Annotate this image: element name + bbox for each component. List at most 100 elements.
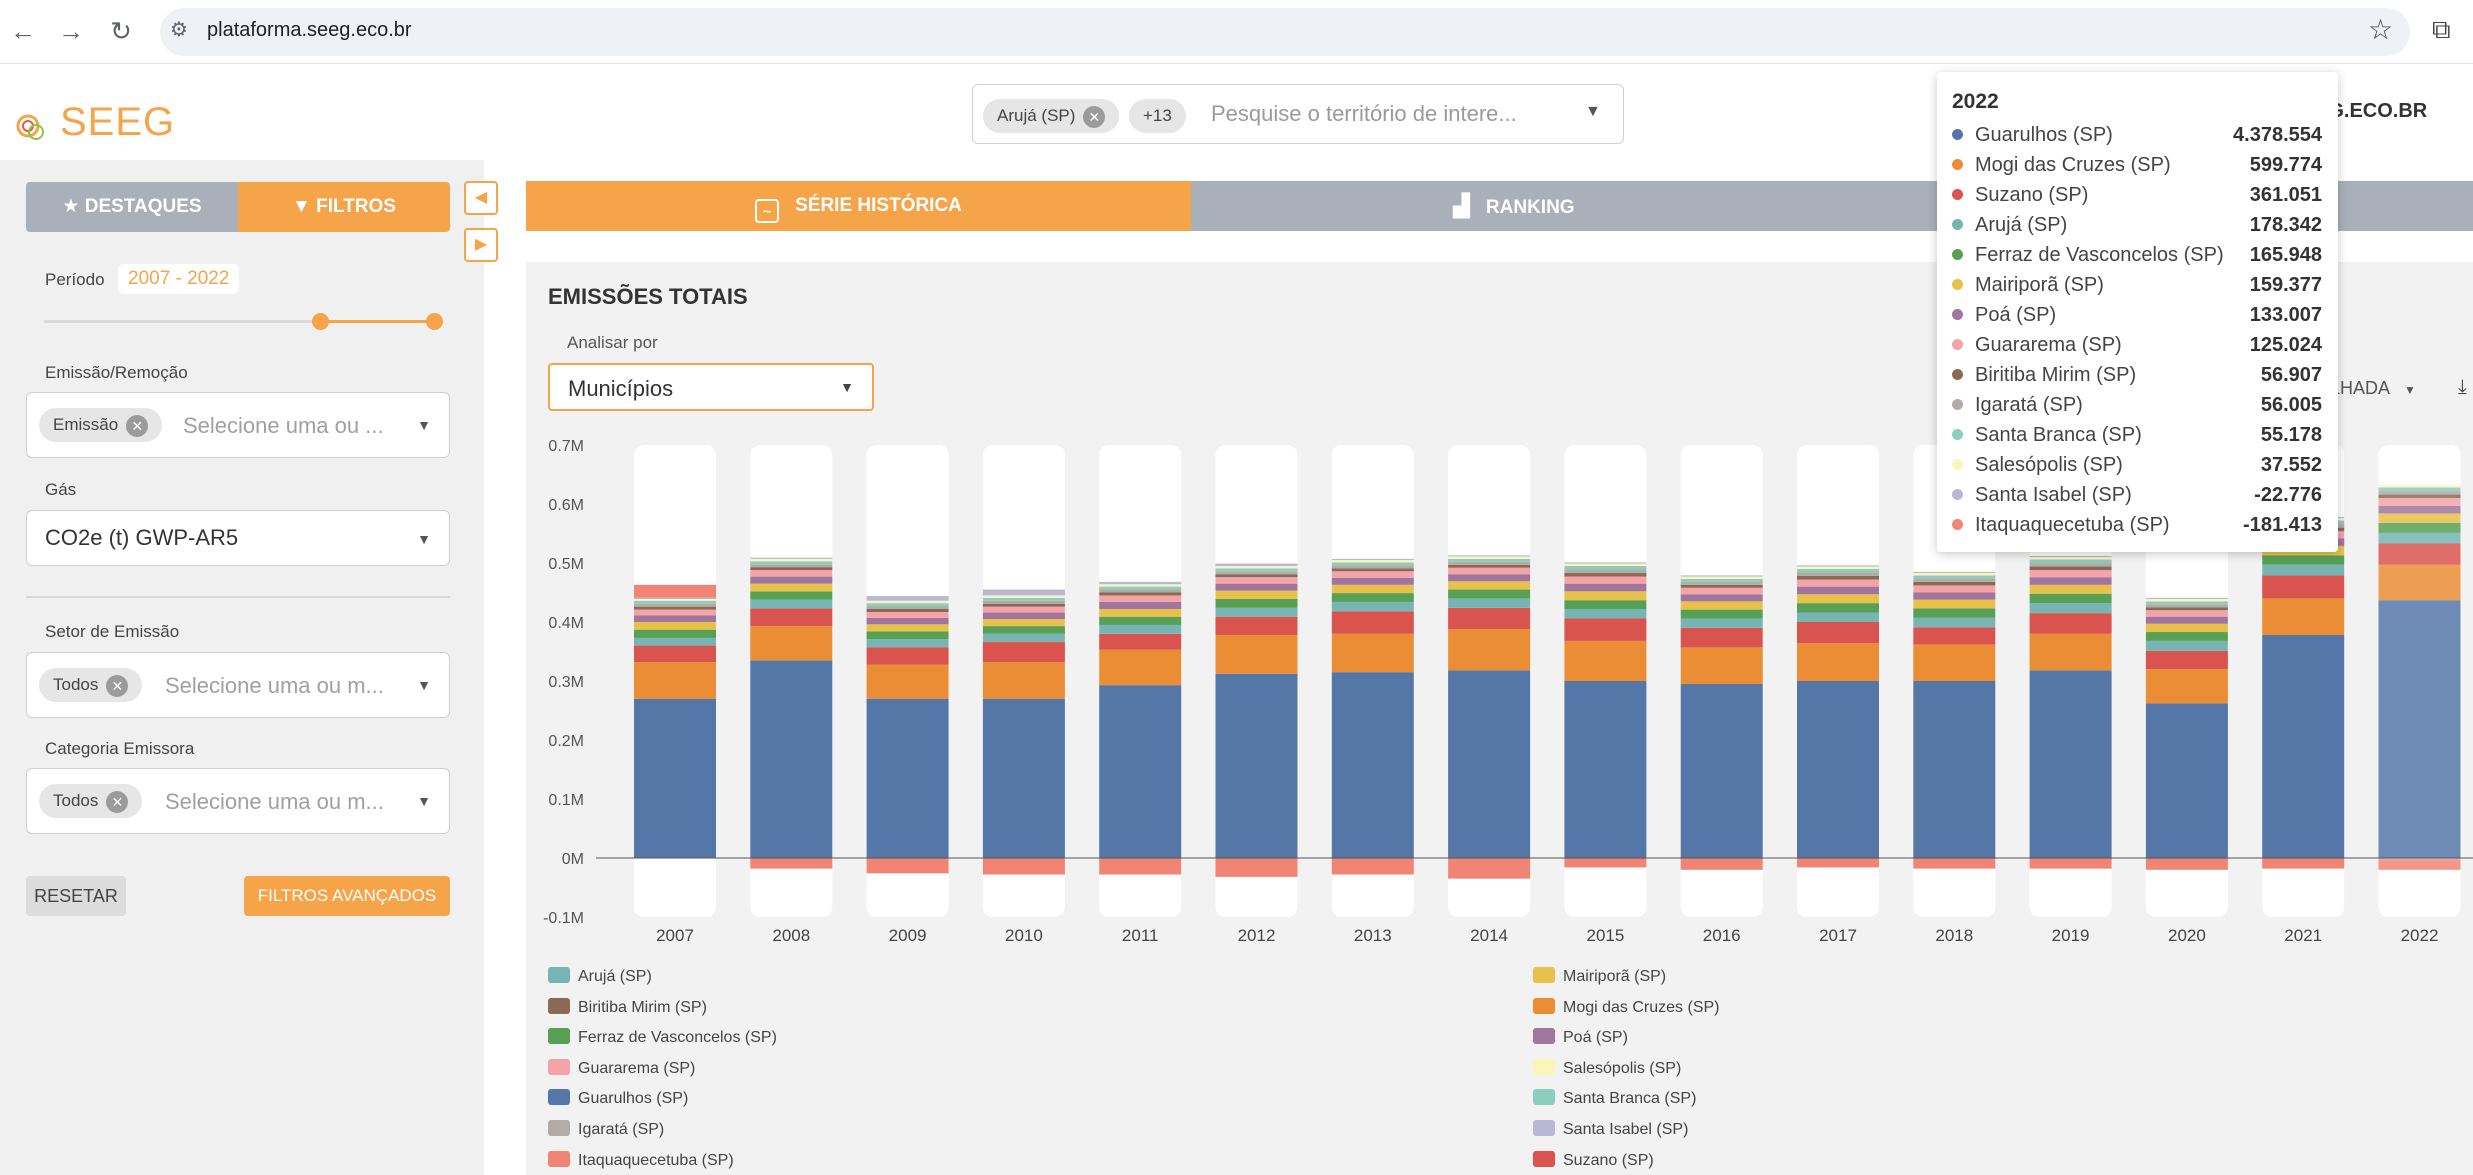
territory-chip[interactable]: Arujá (SP) ✕ bbox=[983, 99, 1120, 133]
chevron-down-icon[interactable]: ▼ bbox=[1585, 103, 1601, 121]
star-icon: ★ bbox=[62, 196, 85, 217]
advanced-filters-button[interactable]: FILTROS AVANÇADOS bbox=[244, 876, 450, 916]
emission-select[interactable]: Emissão ✕ Selecione uma ou ... ▼ bbox=[26, 392, 450, 458]
legend-swatch bbox=[1533, 1089, 1555, 1106]
sector-select[interactable]: Todos ✕ Selecione uma ou m... ▼ bbox=[26, 652, 450, 718]
chevron-down-icon[interactable]: ▼ bbox=[417, 531, 431, 547]
bar-segment bbox=[1797, 603, 1879, 613]
tooltip-row: Mogi das Cruzes (SP) 599.774 bbox=[1952, 154, 2322, 184]
bar-segment bbox=[1215, 571, 1298, 575]
extensions-icon[interactable]: ⧉ bbox=[2432, 14, 2451, 46]
collapse-sidebar-icon[interactable]: ◀ bbox=[464, 181, 498, 215]
remove-chip-icon[interactable]: ✕ bbox=[1083, 105, 1106, 128]
remove-chip-icon[interactable]: ✕ bbox=[126, 414, 149, 437]
legend-item[interactable]: Santa Branca (SP) bbox=[1533, 1089, 1696, 1109]
bar-segment bbox=[750, 608, 833, 627]
legend-item[interactable]: Salesópolis (SP) bbox=[1533, 1058, 1681, 1079]
legend-label: Mogi das Cruzes (SP) bbox=[1563, 998, 1720, 1016]
x-tick-label: 2016 bbox=[1703, 926, 1741, 945]
reset-button[interactable]: RESETAR bbox=[26, 876, 126, 916]
site-settings-icon[interactable]: ⚙ bbox=[170, 17, 188, 42]
chevron-down-icon[interactable]: ▼ bbox=[417, 417, 431, 433]
bar-segment bbox=[2378, 543, 2461, 565]
legend-item[interactable]: Poá (SP) bbox=[1533, 1028, 1628, 1048]
territory-search[interactable]: Arujá (SP) ✕ +13 Pesquise o território de… bbox=[972, 84, 1624, 144]
bar-segment bbox=[634, 645, 716, 663]
bar-segment bbox=[1797, 612, 1879, 622]
bar-segment bbox=[1448, 567, 1531, 575]
category-chip[interactable]: Todos ✕ bbox=[39, 784, 143, 818]
bar-segment bbox=[1448, 629, 1531, 671]
tab-highlights[interactable]: ★ DESTAQUES bbox=[26, 182, 238, 232]
bar-segment bbox=[750, 576, 833, 584]
legend-item[interactable]: Itaquaquecetuba (SP) bbox=[548, 1150, 734, 1171]
tooltip-dot bbox=[1952, 159, 1963, 170]
tooltip-series-value: 165.948 bbox=[2249, 244, 2322, 266]
chart-tooltip: 2022 Guarulhos (SP) 4.378.554 Mogi das Cru… bbox=[1937, 72, 2338, 552]
legend-item[interactable]: Suzano (SP) bbox=[1533, 1150, 1654, 1171]
tooltip-series-value: 125.024 bbox=[2249, 334, 2322, 356]
category-select[interactable]: Todos ✕ Selecione uma ou m... ▼ bbox=[26, 768, 450, 834]
bar-segment bbox=[866, 639, 949, 648]
bookmark-star-icon[interactable]: ☆ bbox=[2368, 13, 2393, 46]
sector-chip[interactable]: Todos ✕ bbox=[39, 668, 143, 702]
legend-item[interactable]: Mogi das Cruzes (SP) bbox=[1533, 997, 1720, 1018]
legend-label: Poá (SP) bbox=[1563, 1029, 1628, 1047]
bar-segment bbox=[1913, 644, 1996, 681]
tab-historical-series[interactable]: ~ SÉRIE HISTÓRICA bbox=[526, 181, 1191, 231]
legend-item[interactable]: Santa Isabel (SP) bbox=[1533, 1120, 1688, 1140]
x-tick-label: 2012 bbox=[1238, 926, 1276, 945]
bar-segment bbox=[1564, 563, 1647, 566]
bar-segment bbox=[1331, 577, 1414, 585]
bar-segment bbox=[2029, 603, 2112, 614]
bar-segment bbox=[1215, 673, 1298, 858]
seeg-logo[interactable]: SEEG bbox=[14, 84, 174, 144]
bar-segment bbox=[1448, 561, 1531, 565]
back-icon[interactable]: ← bbox=[6, 14, 40, 48]
legend-item[interactable]: Mairiporã (SP) bbox=[1533, 967, 1666, 987]
bar-segment bbox=[1680, 647, 1763, 684]
legend-item[interactable]: Arujá (SP) bbox=[548, 967, 652, 987]
tooltip-series-name: Mogi das Cruzes (SP) bbox=[1975, 154, 2171, 176]
reload-icon[interactable]: ↻ bbox=[104, 14, 138, 48]
tooltip-dot bbox=[1952, 369, 1963, 380]
url-text[interactable]: plataforma.seeg.eco.br bbox=[207, 19, 412, 42]
gas-select[interactable]: CO2e (t) GWP-AR5 ▼ bbox=[26, 510, 450, 566]
legend-item[interactable]: Ferraz de Vasconcelos (SP) bbox=[548, 1028, 777, 1048]
y-tick-label: 0.1M bbox=[548, 792, 584, 809]
legend-item[interactable]: Igaratá (SP) bbox=[548, 1120, 664, 1140]
legend-swatch bbox=[548, 1150, 570, 1167]
bar-segment bbox=[1913, 608, 1996, 618]
legend-item[interactable]: Guararema (SP) bbox=[548, 1058, 695, 1079]
remove-chip-icon[interactable]: ✕ bbox=[106, 674, 129, 697]
x-tick-label: 2018 bbox=[1935, 926, 1973, 945]
tab-filters-label: FILTROS bbox=[316, 196, 396, 217]
browser-toolbar: ← → ↻ ⚙ plataforma.seeg.eco.br ☆ ⧉ bbox=[0, 0, 2473, 64]
period-slider-start-handle[interactable] bbox=[312, 313, 329, 330]
bar-segment bbox=[982, 619, 1065, 627]
period-slider-end-handle[interactable] bbox=[426, 313, 443, 330]
legend-label: Santa Isabel (SP) bbox=[1563, 1121, 1689, 1138]
search-placeholder: Pesquise o território de intere... bbox=[1211, 101, 1517, 126]
tab-filters[interactable]: ▼ FILTROS bbox=[238, 182, 450, 232]
emission-chip[interactable]: Emissão ✕ bbox=[39, 408, 163, 442]
address-bar[interactable] bbox=[160, 8, 2410, 56]
remove-chip-icon[interactable]: ✕ bbox=[106, 790, 129, 813]
forward-icon[interactable]: → bbox=[54, 14, 88, 48]
chevron-down-icon[interactable]: ▼ bbox=[417, 793, 431, 809]
legend-item[interactable]: Biritiba Mirim (SP) bbox=[548, 997, 707, 1018]
bar-segment bbox=[2378, 505, 2461, 514]
view-mode-select[interactable]: LHADA ▼ bbox=[2330, 378, 2416, 399]
chevron-down-icon[interactable]: ▼ bbox=[417, 677, 431, 693]
bar-segment bbox=[1099, 624, 1182, 634]
bar-segment bbox=[2145, 703, 2228, 858]
analyze-label: Analisar por bbox=[567, 333, 658, 352]
bar-segment bbox=[1913, 592, 1996, 600]
expand-panel-icon[interactable]: ▶ bbox=[464, 228, 498, 262]
bar-segment bbox=[634, 609, 716, 616]
download-icon[interactable]: ⤓ bbox=[2458, 376, 2467, 399]
analyze-by-select[interactable]: Municípios ▼ bbox=[548, 363, 874, 411]
chevron-down-icon[interactable]: ▼ bbox=[840, 379, 854, 395]
more-territories-chip[interactable]: +13 bbox=[1129, 99, 1186, 133]
legend-item[interactable]: Guarulhos (SP) bbox=[548, 1089, 688, 1109]
